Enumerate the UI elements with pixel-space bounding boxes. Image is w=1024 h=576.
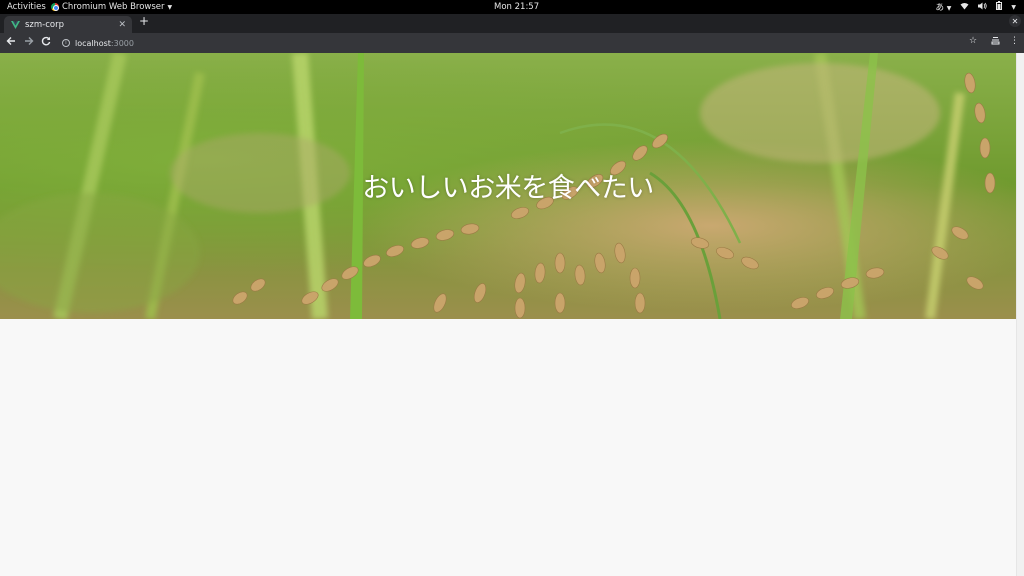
bookmark-star-icon[interactable]: ☆ [969, 36, 977, 46]
tab-strip: szm-corp ✕ [0, 14, 1024, 33]
scrollbar[interactable] [1016, 53, 1024, 576]
clock[interactable]: Mon 21:57 [494, 2, 539, 12]
tab-title: szm-corp [25, 19, 65, 30]
wifi-icon [960, 2, 969, 13]
tab-active[interactable]: szm-corp ✕ [4, 16, 132, 33]
forward-arrow-icon[interactable] [24, 36, 34, 50]
extensions-icon[interactable] [991, 36, 1000, 48]
url-port: :3000 [110, 38, 134, 48]
app-menu[interactable]: Chromium Web Browser ▼ [51, 2, 172, 12]
chevron-down-icon: ▼ [946, 5, 952, 12]
vue-logo-icon [11, 20, 20, 29]
address-bar[interactable]: i localhost:3000 [55, 35, 985, 51]
url-host: localhost [75, 38, 111, 48]
menu-kebab-icon[interactable]: ⋮ [1010, 36, 1019, 46]
chevron-down-icon: ▼ [167, 3, 173, 11]
chromium-icon [51, 3, 59, 11]
reload-icon[interactable] [41, 36, 51, 50]
system-tray[interactable]: あ ▼ ▼ [936, 1, 1016, 13]
input-method-indicator[interactable]: あ ▼ [936, 1, 952, 13]
system-top-bar: Activities Chromium Web Browser ▼ Mon 21… [0, 0, 1024, 14]
back-arrow-icon[interactable] [6, 36, 16, 50]
page-content [0, 319, 1016, 576]
volume-icon [978, 2, 988, 13]
hero-title: おいしいお米を食べたい [362, 173, 654, 204]
input-method-label: あ [935, 3, 945, 13]
activities-button[interactable]: Activities [7, 2, 46, 12]
chevron-down-icon: ▼ [1011, 3, 1016, 11]
battery-icon [996, 1, 1003, 13]
browser-toolbar: i localhost:3000 ☆ ⋮ [0, 33, 1024, 53]
close-icon[interactable]: ✕ [118, 20, 126, 30]
window-close-button[interactable]: ✕ [1009, 15, 1021, 27]
hero-banner: おいしいお米を食べたい [0, 53, 1016, 319]
new-tab-button[interactable]: + [139, 15, 149, 27]
info-icon[interactable]: i [62, 39, 70, 47]
app-menu-label: Chromium Web Browser [62, 2, 165, 12]
